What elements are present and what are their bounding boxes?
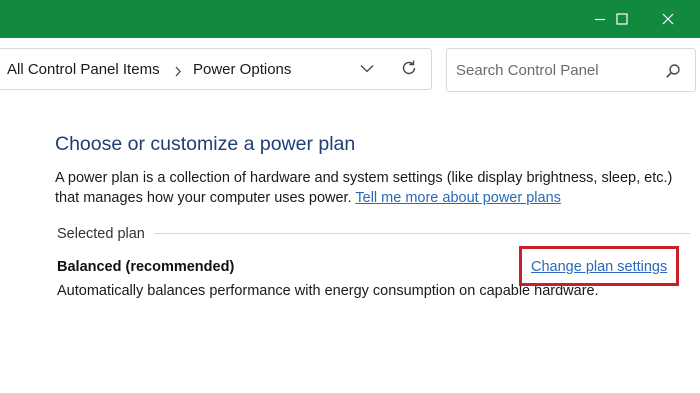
close-icon [662, 13, 674, 25]
plan-name: Balanced (recommended) [57, 259, 235, 275]
refresh-button[interactable] [397, 58, 421, 82]
search-box [446, 48, 696, 92]
close-button[interactable] [645, 0, 691, 38]
address-dropdown-button[interactable] [356, 58, 378, 80]
plan-description: Automatically balances performance with … [57, 283, 599, 299]
search-icon[interactable] [663, 61, 683, 81]
refresh-icon [400, 59, 418, 82]
search-input[interactable] [456, 60, 656, 80]
title-bar [0, 0, 700, 38]
section-divider [154, 233, 690, 234]
maximize-button[interactable] [599, 0, 645, 38]
chevron-down-icon [360, 60, 374, 78]
breadcrumb-power-options[interactable]: Power Options [193, 61, 291, 78]
maximize-icon [616, 13, 628, 25]
learn-more-link[interactable]: Tell me more about power plans [355, 190, 561, 206]
breadcrumb-all-control-panel-items[interactable]: All Control Panel Items [7, 61, 160, 78]
page-title: Choose or customize a power plan [55, 133, 356, 155]
description-line-2: that manages how your computer uses powe… [55, 190, 356, 206]
address-bar[interactable]: All Control Panel Items Power Options [0, 48, 432, 90]
change-plan-settings-link[interactable]: Change plan settings [531, 259, 667, 275]
chevron-right-icon[interactable] [174, 64, 182, 82]
description-line-1: A power plan is a collection of hardware… [55, 170, 673, 186]
selected-plan-label: Selected plan [57, 226, 149, 242]
power-plan-description: A power plan is a collection of hardware… [55, 168, 695, 208]
